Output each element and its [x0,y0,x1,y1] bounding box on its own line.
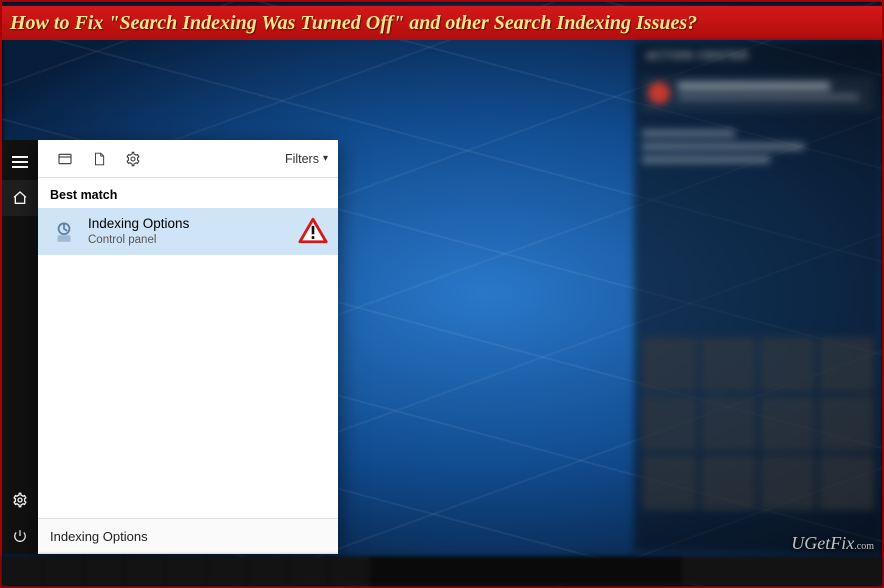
taskbar-app[interactable] [330,556,370,586]
result-title: Indexing Options [88,216,189,233]
start-rail [2,140,38,554]
task-view-icon[interactable] [84,556,124,586]
search-input[interactable]: Indexing Options [38,518,338,554]
search-input-value: Indexing Options [50,529,148,544]
search-result-indexing-options[interactable]: Indexing Options Control panel [38,208,338,255]
settings-filter-icon[interactable] [116,140,150,178]
warning-icon [298,216,328,247]
search-results-panel: Filters ▾ Best match Indexing Options Co… [38,140,338,554]
power-icon[interactable] [2,518,38,554]
taskbar-app[interactable] [207,556,247,586]
search-toolbar: Filters ▾ [38,140,338,178]
taskbar-search-icon[interactable] [43,556,83,586]
start-button[interactable] [2,556,42,586]
chevron-down-icon: ▾ [323,153,328,164]
article-title-banner: How to Fix "Search Indexing Was Turned O… [2,6,882,40]
taskbar-app[interactable] [125,556,165,586]
taskbar [2,556,882,586]
article-title: How to Fix "Search Indexing Was Turned O… [10,12,697,35]
watermark-tld: .com [854,541,874,552]
apps-filter-icon[interactable] [48,140,82,178]
best-match-heading: Best match [38,178,338,208]
taskbar-app[interactable] [289,556,329,586]
system-tray[interactable] [682,556,882,586]
filters-dropdown[interactable]: Filters ▾ [285,152,328,166]
search-results-empty-area [38,255,338,518]
hamburger-icon[interactable] [2,144,38,180]
gear-icon[interactable] [2,482,38,518]
documents-filter-icon[interactable] [82,140,116,178]
taskbar-app[interactable] [166,556,206,586]
taskbar-app[interactable] [248,556,288,586]
watermark-brand: UGetFix [791,533,854,553]
result-subtitle: Control panel [88,233,189,247]
watermark: UGetFix.com [791,533,874,554]
filters-label: Filters [285,152,319,166]
control-panel-icon [50,218,78,246]
home-icon[interactable] [2,180,38,216]
